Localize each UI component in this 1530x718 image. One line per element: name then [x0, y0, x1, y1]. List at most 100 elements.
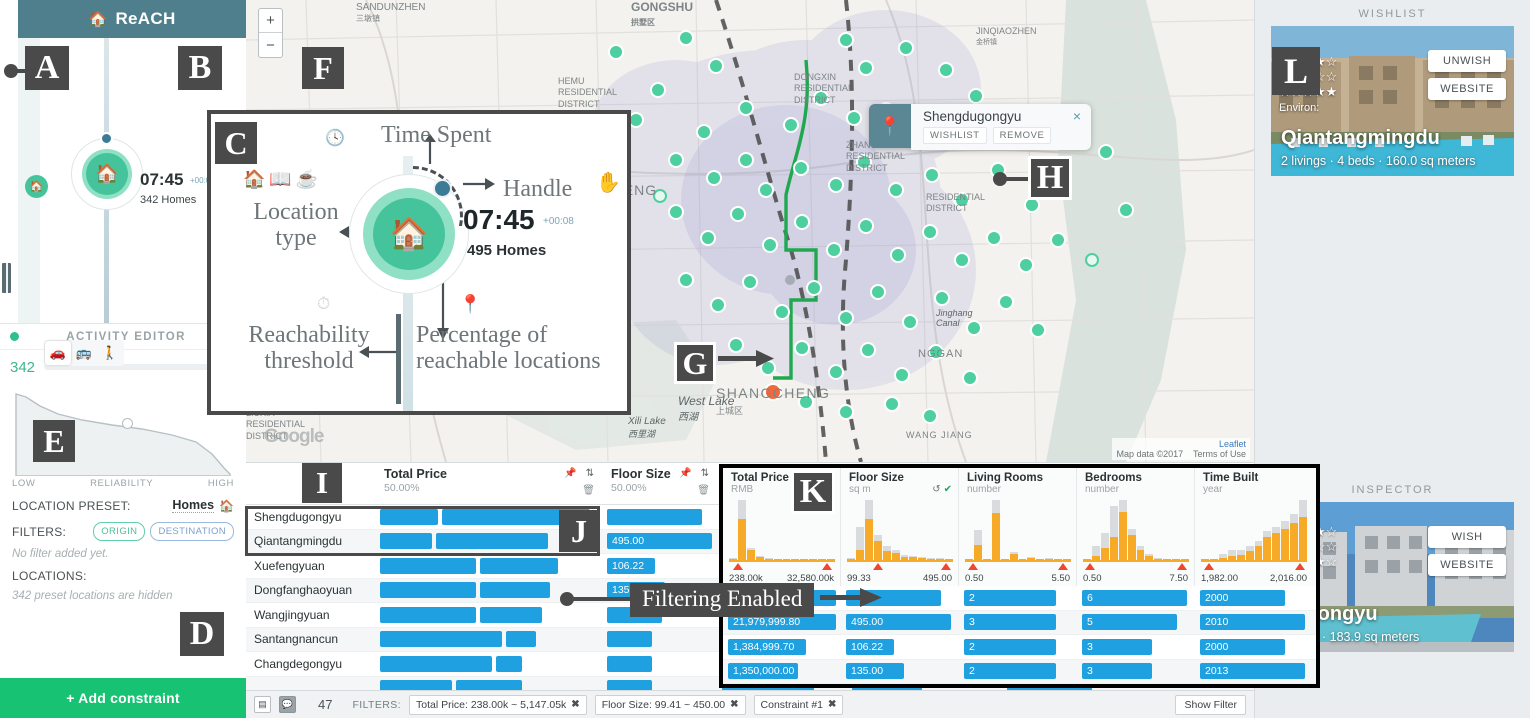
annotation-badge-d: D [180, 612, 224, 656]
brush-handle-max[interactable] [1177, 563, 1187, 570]
bar-segment [506, 631, 536, 648]
brush-handle-min[interactable] [733, 563, 743, 570]
layout-toggle-icon[interactable]: ▤ [254, 696, 271, 713]
brush-handle-max[interactable] [1058, 563, 1068, 570]
histogram-title: Floor Size [849, 472, 904, 484]
annotation-leader-line [567, 597, 637, 601]
brush-handle-max[interactable] [941, 563, 951, 570]
brush-handle-min[interactable] [1085, 563, 1095, 570]
histogram-cell[interactable]: Living Rooms number 0.50 5.50 [959, 468, 1077, 586]
walk-icon[interactable]: 🚶 [97, 341, 123, 365]
unwish-button[interactable]: UNWISH [1428, 50, 1506, 72]
value-bar: 3 [1082, 638, 1152, 655]
value-bar: 2013 [1200, 663, 1305, 680]
inspector-card-actions[interactable]: WISH WEBSITE [1428, 526, 1506, 576]
histogram-ticks: 99.33 495.00 [847, 573, 952, 584]
brush-handle-min[interactable] [873, 563, 883, 570]
timeline-node-handle[interactable] [100, 132, 113, 145]
location-preset-label: LOCATION PRESET: [12, 498, 131, 513]
wish-button[interactable]: WISH [1428, 526, 1506, 548]
filter-destination-pill[interactable]: DESTINATION [150, 522, 234, 541]
histogram-cell[interactable]: Bedrooms number 0.50 7.50 [1077, 468, 1195, 586]
close-icon[interactable]: × [1059, 108, 1081, 124]
home-icon: 🏠 [373, 198, 445, 270]
cell-floor-size [603, 652, 718, 677]
brush-handle-max[interactable] [1295, 563, 1305, 570]
overlay-cell: 2010 [1195, 610, 1313, 635]
annotation-arrow-filtering [820, 588, 882, 607]
axis-low-label: LOW [12, 478, 36, 489]
timeline-mini-home-icon[interactable]: 🏠 [25, 175, 48, 198]
timeline-node-home-icon[interactable]: 🏠 [86, 153, 128, 195]
bin-filtered [873, 541, 882, 560]
histogram-cell[interactable]: Time Built year 1,982.00 2,016.00 [1195, 468, 1313, 586]
annotation-badge-h: H [1028, 156, 1072, 200]
add-constraint-button[interactable]: + Add constraint [0, 678, 246, 718]
bin-filtered [882, 551, 891, 560]
map-data-text: Map data ©2017 [1116, 449, 1184, 459]
pin-and-sort-icons[interactable]: 📌 ⇅ [564, 468, 597, 479]
brush-handle-min[interactable] [968, 563, 978, 570]
histogram-actions[interactable]: ↺ ✔ [932, 484, 952, 495]
histogram-cell[interactable]: Floor Size sq m ↺ ✔ 99.33 495.00 [841, 468, 959, 586]
close-icon[interactable]: ✖ [828, 699, 836, 710]
zoom-out-button[interactable]: − [259, 33, 282, 57]
zoom-in-button[interactable]: + [259, 9, 282, 33]
annotation-tooltip-filtering: Filtering Enabled [630, 583, 815, 617]
trash-icon[interactable]: 🗑 [697, 485, 710, 496]
value-bar: 106.22 [846, 638, 894, 655]
car-icon[interactable]: 🚗 [45, 341, 71, 365]
reliability-threshold-knob[interactable] [122, 418, 133, 429]
callout-time-offset: +00:08 [543, 216, 574, 227]
wishlist-title: WISHLIST [1358, 8, 1427, 20]
bar-segment [380, 655, 492, 672]
callout-reachability-label: Reachability threshold [248, 322, 370, 375]
leaflet-link[interactable]: Leaflet [1116, 439, 1246, 449]
table-header-floor-size[interactable]: Floor Size 50.00% 📌 ⇅ 🗑 [603, 463, 718, 504]
home-icon: 🏠 [219, 498, 234, 513]
filter-origin-pill[interactable]: ORIGIN [93, 522, 146, 541]
table-row[interactable]: 1,384,999.70 106.22 2 3 2000 [723, 635, 1316, 660]
table-row[interactable]: 1,350,000.00 135.00 2 3 2013 [723, 659, 1316, 684]
popup-wishlist-button[interactable]: WISHLIST [923, 127, 987, 144]
bar-segment [380, 582, 476, 599]
popup-remove-button[interactable]: REMOVE [992, 127, 1052, 144]
hand-icon: ✋ [596, 172, 621, 194]
bin-filtered [1136, 550, 1145, 560]
histogram-bars [1083, 498, 1190, 560]
transit-icon[interactable]: 🚌 [71, 341, 97, 365]
brush-handle-max[interactable] [822, 563, 832, 570]
close-icon[interactable]: ✖ [730, 699, 738, 710]
filter-chip[interactable]: Total Price: 238.00k ~ 5,147.05k ✖ [408, 694, 587, 715]
wishlist-card-actions[interactable]: UNWISH WEBSITE [1428, 50, 1506, 100]
transport-mode-group[interactable]: 🚗 🚌 🚶 [44, 340, 124, 366]
brush-handle-min[interactable] [1204, 563, 1214, 570]
filter-chip[interactable]: Constraint #1 ✖ [753, 694, 844, 715]
trash-icon[interactable]: 🗑 [582, 485, 595, 496]
pin-and-sort-icons[interactable]: 📌 ⇅ [679, 468, 712, 479]
confirm-icon[interactable]: ✔ [944, 484, 952, 495]
chat-toggle-icon[interactable]: 💬 [279, 696, 296, 713]
overlay-cell: 2 [959, 659, 1077, 684]
bin-filtered [746, 550, 755, 560]
histogram-bars [965, 498, 1072, 560]
bin-filtered [737, 519, 746, 560]
reliability-axis-labels: LOW RELIABILITY HIGH [12, 478, 234, 489]
website-button[interactable]: WEBSITE [1428, 78, 1506, 100]
filter-chip[interactable]: Floor Size: 99.41 ~ 450.00 ✖ [594, 694, 746, 715]
reset-icon[interactable]: ↺ [932, 484, 940, 495]
overlay-cell: 2000 [1195, 635, 1313, 660]
callout-c-panel: 🏠 🕓 Time Spent 🏠📖☕ Location type Handle … [207, 110, 631, 415]
location-preset-value[interactable]: Homes [172, 498, 215, 513]
show-filter-button[interactable]: Show Filter [1175, 694, 1246, 715]
bar-segment [380, 606, 476, 623]
histogram-ticks: 1,982.00 2,016.00 [1201, 573, 1307, 584]
map-popup[interactable]: 📍 Shengdugongyu × WISHLIST REMOVE [869, 104, 1091, 150]
overlay-cell: 6 [1077, 586, 1195, 611]
table-footer[interactable]: ▤ 💬 47 FILTERS: Total Price: 238.00k ~ 5… [246, 690, 1254, 718]
close-icon[interactable]: ✖ [571, 699, 579, 710]
map-zoom-controls[interactable]: + − [258, 8, 283, 58]
table-header-total-price[interactable]: Total Price 50.00% 📌 ⇅ 🗑 [376, 463, 603, 504]
terms-of-use-link[interactable]: Terms of Use [1193, 449, 1246, 459]
website-button[interactable]: WEBSITE [1428, 554, 1506, 576]
